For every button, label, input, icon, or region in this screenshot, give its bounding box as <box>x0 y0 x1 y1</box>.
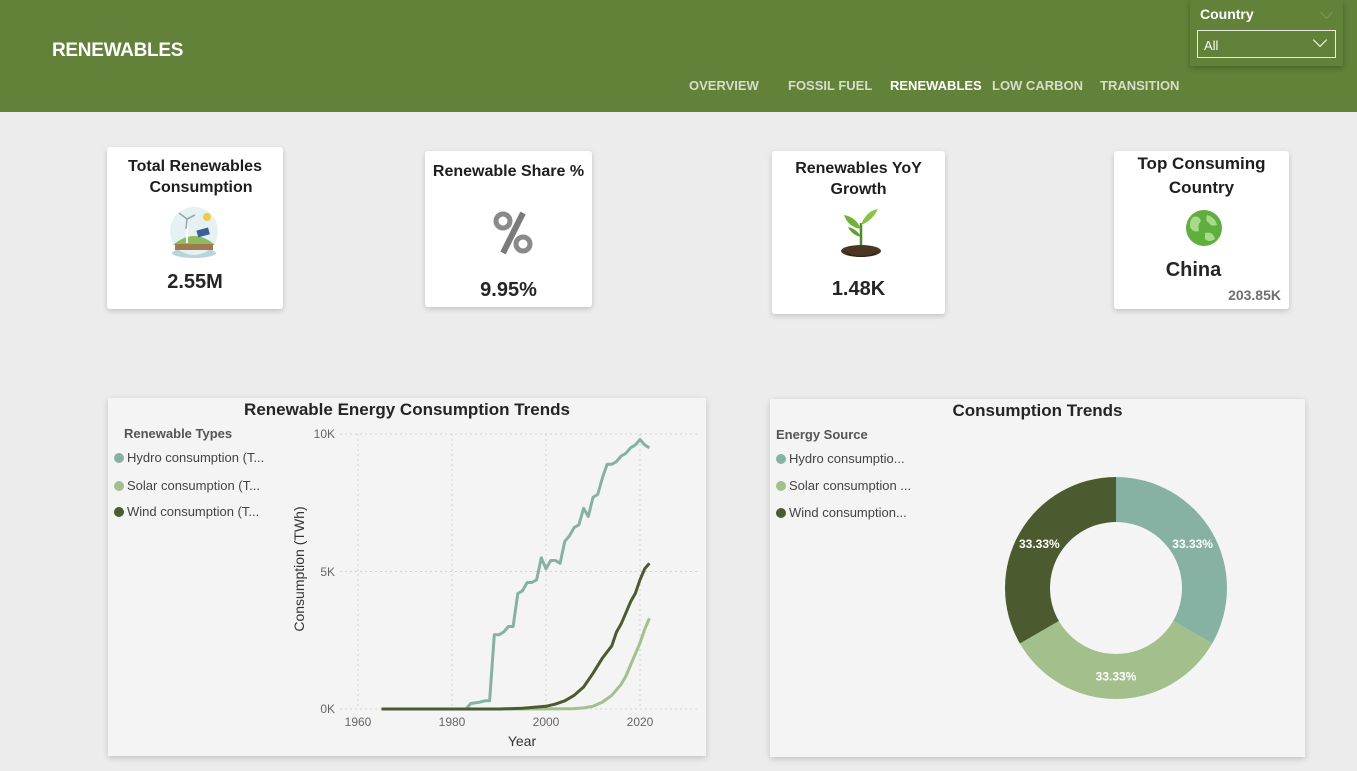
kpi-yoy-title-1: Renewables YoY <box>795 160 922 177</box>
donut-data-label: 33.33% <box>1096 670 1137 684</box>
nav-overview[interactable]: OVERVIEW <box>689 78 759 93</box>
x-tick-label: 1960 <box>345 715 372 729</box>
nav-fossil-fuel[interactable]: FOSSIL FUEL <box>788 78 872 93</box>
globe-icon <box>1186 210 1222 246</box>
chevron-down-icon <box>1312 32 1328 48</box>
nav-transition[interactable]: TRANSITION <box>1100 78 1179 93</box>
kpi-total-title-2: Consumption <box>149 179 253 196</box>
y-tick-label: 0K <box>320 702 335 716</box>
renewable-landscape-icon <box>170 207 218 258</box>
line-chart: 10K 5K 0K 1960 1980 2000 2020 Year Consu… <box>291 427 698 749</box>
kpi-share-value: 9.95% <box>480 279 537 301</box>
percent-icon <box>493 211 533 255</box>
kpi-top-title-1: Top Consuming <box>1137 154 1266 173</box>
kpi-yoy-title-2: Growth <box>830 181 887 198</box>
kpi-yoy-growth: Renewables YoY Growth 1.48K <box>772 151 945 314</box>
nav-low-carbon[interactable]: LOW CARBON <box>992 78 1083 93</box>
collapse-chevron-icon[interactable] <box>1320 6 1333 19</box>
kpi-renewable-share: Renewable Share % 9.95% <box>425 151 592 307</box>
nav-bar: OVERVIEW FOSSIL FUEL RENEWABLES LOW CARB… <box>0 78 1357 96</box>
series-line-wind[interactable] <box>381 562 651 711</box>
page-title: RENEWABLES <box>52 40 184 61</box>
y-tick-label: 10K <box>314 427 335 441</box>
kpi-top-title-2: Country <box>1168 178 1235 197</box>
slicer-label: Country <box>1200 6 1254 22</box>
kpi-top-sub-value: 203.85K <box>1228 287 1281 303</box>
series-line-solar[interactable] <box>381 617 651 711</box>
donut-slice-wind[interactable] <box>1005 477 1116 644</box>
x-tick-label: 1980 <box>439 715 466 729</box>
x-tick-label: 2000 <box>533 715 560 729</box>
kpi-yoy-value: 1.48K <box>831 278 886 300</box>
kpi-top-country: Top Consuming Country China 203.85K <box>1114 151 1289 309</box>
country-dropdown-value: All <box>1204 38 1219 53</box>
kpi-total-value: 2.55M <box>167 271 223 293</box>
sprout-icon <box>841 209 881 257</box>
country-dropdown[interactable]: All <box>1197 30 1336 58</box>
donut-slice-hydro[interactable] <box>1116 477 1227 644</box>
donut-chart: 33.33% 33.33% 33.33% <box>1005 477 1227 699</box>
kpi-total-title-1: Total Renewables <box>128 158 262 175</box>
donut-slice-solar[interactable] <box>1019 621 1213 699</box>
x-axis-label: Year <box>508 733 537 749</box>
nav-renewables[interactable]: RENEWABLES <box>890 78 982 93</box>
y-tick-label: 5K <box>320 565 335 579</box>
header-bar: RENEWABLES OVERVIEW FOSSIL FUEL RENEWABL… <box>0 0 1357 112</box>
donut-chart-panel: Consumption Trends Energy Source Hydro c… <box>770 399 1305 757</box>
kpi-top-value: China <box>1165 259 1222 281</box>
kpi-total-renewables: Total Renewables Consumption 2.55M <box>107 147 283 309</box>
kpi-share-title: Renewable Share % <box>432 163 585 180</box>
donut-data-label: 33.33% <box>1172 537 1213 551</box>
y-axis-label: Consumption (TWh) <box>291 506 307 631</box>
series-line-hydro[interactable] <box>381 438 651 711</box>
country-slicer: Country All <box>1190 0 1343 66</box>
line-chart-panel: Renewable Energy Consumption Trends Rene… <box>108 398 706 756</box>
x-tick-label: 2020 <box>627 715 654 729</box>
donut-data-label: 33.33% <box>1019 537 1060 551</box>
